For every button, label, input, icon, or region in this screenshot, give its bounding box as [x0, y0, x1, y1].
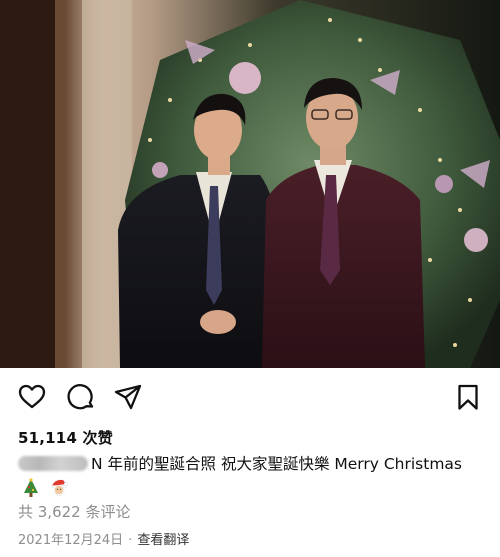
paper-plane-icon — [114, 384, 142, 410]
view-comments-link[interactable]: 共 3,622 条评论 — [18, 501, 130, 522]
post-date: 2021年12月24日 — [18, 533, 124, 548]
like-button[interactable] — [17, 382, 47, 412]
post-photo[interactable] — [0, 0, 500, 368]
bookmark-icon — [458, 384, 478, 410]
likes-count[interactable]: 51,114 次赞 — [18, 427, 113, 448]
heart-icon — [18, 384, 46, 409]
post-caption: N 年前的聖誕合照 祝大家聖誕快樂 Merry Christmas — [18, 452, 488, 506]
instagram-post: 51,114 次赞 N 年前的聖誕合照 祝大家聖誕快樂 Merry Christ… — [0, 0, 500, 557]
post-meta: 2021年12月24日 · 查看翻译 — [18, 529, 189, 548]
action-bar — [0, 376, 500, 420]
comment-button[interactable] — [66, 382, 96, 412]
translate-link[interactable]: 查看翻译 — [137, 533, 189, 548]
photo-image — [0, 0, 500, 368]
meta-separator: · — [128, 533, 133, 548]
username-blurred[interactable] — [18, 456, 88, 471]
comment-icon — [67, 384, 94, 410]
save-button[interactable] — [453, 382, 483, 412]
share-button[interactable] — [113, 382, 143, 412]
caption-text: N 年前的聖誕合照 祝大家聖誕快樂 Merry Christmas — [91, 455, 463, 473]
